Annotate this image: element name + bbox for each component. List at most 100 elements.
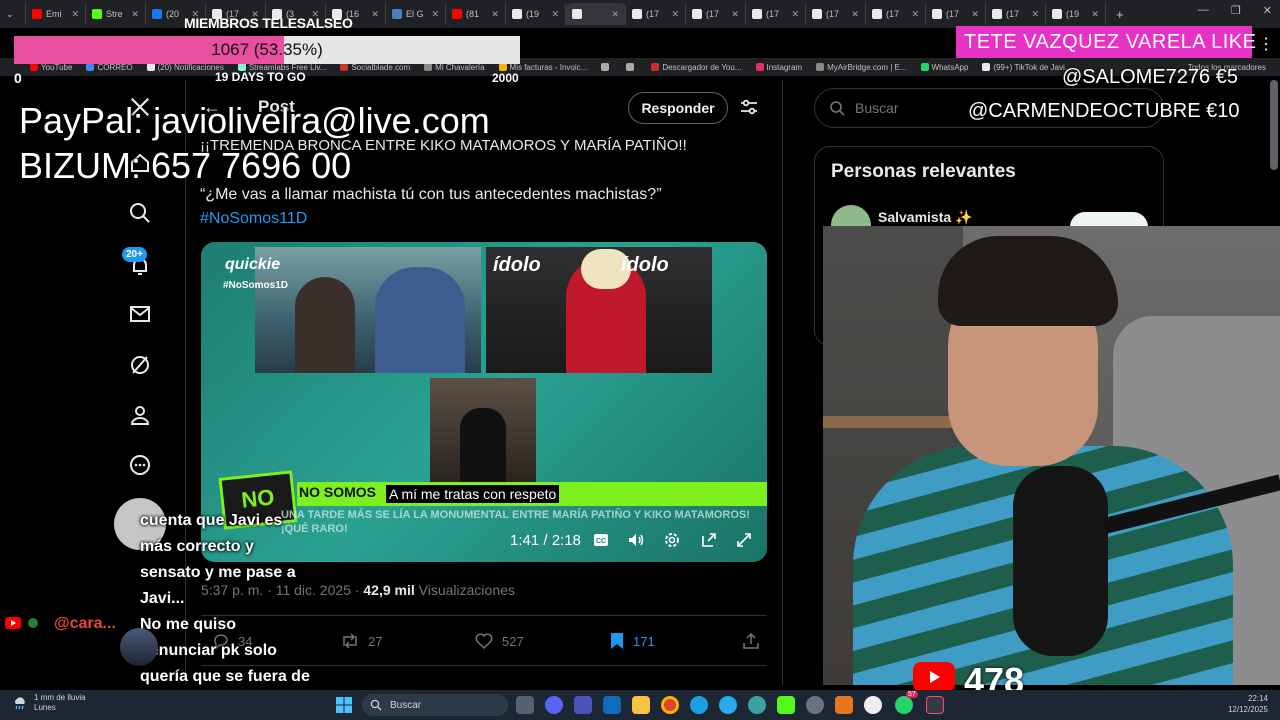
share-icon (743, 632, 759, 649)
bookmark-item[interactable]: Instagram (755, 63, 802, 72)
browser-tab[interactable]: Emi ✕ (26, 3, 86, 25)
weather-widget[interactable]: 1 mm de lluvia Lunes (12, 693, 86, 713)
outlook-icon[interactable] (603, 696, 621, 714)
bookmark-item[interactable] (626, 63, 637, 72)
bookmark-item[interactable]: Descargador de You... (651, 63, 742, 72)
tab-close-icon[interactable]: ✕ (791, 9, 799, 20)
tab-close-icon[interactable]: ✕ (911, 9, 919, 20)
tab-close-icon[interactable]: ✕ (1091, 9, 1099, 20)
app-icon[interactable] (748, 696, 766, 714)
bookmark-item[interactable] (601, 63, 612, 72)
new-tab-button[interactable]: + (1116, 7, 1124, 22)
volume-icon[interactable] (626, 530, 646, 550)
telegram-icon[interactable] (719, 696, 737, 714)
settings-gear-icon[interactable] (662, 530, 682, 550)
hashtag-link[interactable]: #NoSomos11D (200, 210, 307, 228)
task-view-icon[interactable] (516, 696, 534, 714)
tab-list-button[interactable]: ⌄ (0, 3, 26, 25)
taskbar-clock[interactable]: 22:14 12/12/2025 (1228, 693, 1268, 715)
tab-label: (19 (526, 9, 540, 19)
browser-tab[interactable]: (17 ✕ (866, 3, 926, 25)
relevant-person-name[interactable]: Salvamista ✨ (878, 209, 972, 226)
browser-tab[interactable]: El G ✕ (386, 3, 446, 25)
browser-tab[interactable]: (81 ✕ (446, 3, 506, 25)
scrollbar[interactable] (1270, 80, 1278, 170)
tab-close-icon[interactable]: ✕ (71, 9, 79, 20)
bookmark-item[interactable]: WhatsApp (920, 63, 968, 72)
file-explorer-icon[interactable] (632, 696, 650, 714)
browser-tab[interactable]: (17 ✕ (746, 3, 806, 25)
more-vertical-icon[interactable]: ⋮ (1258, 34, 1274, 54)
rain-cloud-icon (15, 697, 25, 710)
repost-icon (343, 633, 357, 649)
tab-close-icon[interactable]: ✕ (131, 9, 139, 20)
profile-icon[interactable] (128, 403, 152, 427)
taskbar-search-label: Buscar (390, 699, 422, 711)
filter-icon[interactable] (739, 97, 759, 122)
bookmark-favicon-icon (498, 63, 507, 71)
reply-button[interactable]: Responder (628, 92, 728, 124)
bookmark-item[interactable]: (99+) TikTok de Javi... (982, 63, 1071, 72)
progress-days-left: 19 DAYS TO GO (215, 70, 306, 84)
app-icon[interactable] (835, 696, 853, 714)
search-icon (370, 699, 382, 711)
browser-tab[interactable]: (19 ✕ (1046, 3, 1106, 25)
pip-icon[interactable] (699, 530, 719, 550)
bookmark-label: MyAirBridge.com | E... (827, 62, 907, 72)
like-stat[interactable]: 527 (474, 632, 524, 650)
more-icon[interactable] (128, 453, 152, 477)
tab-favicon-icon (812, 9, 822, 19)
whatsapp-icon[interactable] (895, 696, 913, 714)
membership-icon (28, 618, 38, 628)
bookmark-stat[interactable]: 171 (609, 632, 655, 650)
video-brand-tag: #NoSomos1D (223, 280, 289, 291)
tab-label: El G (406, 9, 424, 19)
obs-icon[interactable] (806, 696, 824, 714)
search-icon[interactable] (128, 201, 152, 225)
fullscreen-icon[interactable] (734, 530, 754, 550)
like-count: 527 (502, 633, 524, 649)
browser-tab[interactable]: (17 ✕ (626, 3, 686, 25)
grok-icon[interactable] (128, 353, 152, 377)
tab-close-icon[interactable]: ✕ (431, 9, 439, 20)
repost-stat[interactable]: 27 (340, 632, 382, 650)
youtube-icon (913, 662, 955, 692)
tab-label: (19 (1066, 9, 1080, 19)
tab-close-icon[interactable]: ✕ (611, 9, 619, 20)
windows-start-icon[interactable] (336, 697, 352, 718)
tab-close-icon[interactable]: ✕ (551, 9, 559, 20)
idolo-logo: ídolo (493, 254, 541, 276)
tab-close-icon[interactable]: ✕ (371, 9, 379, 20)
discord-icon[interactable] (545, 696, 563, 714)
tab-close-icon[interactable]: ✕ (731, 9, 739, 20)
video-brand: quickie (225, 256, 281, 273)
browser-tab[interactable]: (17 ✕ (686, 3, 746, 25)
browser-tab[interactable]: Stre ✕ (86, 3, 146, 25)
tab-close-icon[interactable]: ✕ (851, 9, 859, 20)
close-icon[interactable]: ✕ (1263, 4, 1272, 17)
taskbar-search[interactable]: Buscar (362, 694, 508, 716)
teams-icon[interactable] (574, 696, 592, 714)
browser-tab[interactable]: ✕ (566, 3, 626, 25)
app-icon[interactable] (864, 696, 882, 714)
captions-icon[interactable]: CC (591, 530, 611, 550)
edge-icon[interactable] (690, 696, 708, 714)
bookmark-item[interactable]: MyAirBridge.com | E... (816, 62, 907, 72)
mail-icon[interactable] (128, 302, 152, 326)
kick-icon[interactable] (777, 696, 795, 714)
chrome-icon[interactable] (661, 696, 679, 714)
share-stat[interactable] (742, 632, 760, 650)
tab-close-icon[interactable]: ✕ (491, 9, 499, 20)
tab-favicon-icon (572, 9, 582, 19)
minimize-icon[interactable]: — (1198, 4, 1209, 17)
browser-tab[interactable]: (17 ✕ (986, 3, 1046, 25)
browser-tab[interactable]: (17 ✕ (926, 3, 986, 25)
bookmark-favicon-icon (920, 63, 929, 71)
tab-close-icon[interactable]: ✕ (1031, 9, 1039, 20)
tab-close-icon[interactable]: ✕ (671, 9, 679, 20)
browser-tab[interactable]: (19 ✕ (506, 3, 566, 25)
app-icon[interactable] (926, 696, 944, 714)
maximize-icon[interactable]: ❐ (1231, 4, 1241, 17)
tab-close-icon[interactable]: ✕ (971, 9, 979, 20)
browser-tab[interactable]: (17 ✕ (806, 3, 866, 25)
